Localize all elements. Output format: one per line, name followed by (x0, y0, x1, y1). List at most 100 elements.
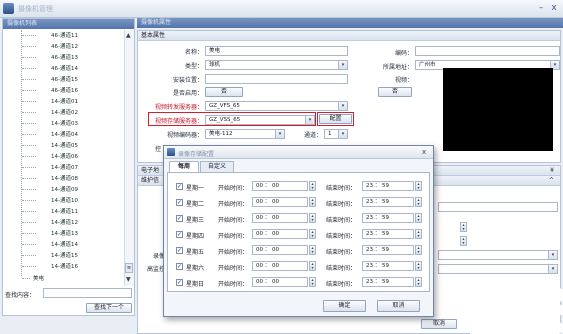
tree-item-label: 14-通道11 (51, 209, 78, 215)
chevron-down-icon[interactable]: ▾ (275, 130, 284, 138)
tree-item[interactable]: 14-通道06 (4, 151, 122, 162)
spinner-icon[interactable]: ▴ ▾ (415, 277, 422, 287)
tree-scrollbar[interactable]: ▲ ≡ ▼ (124, 30, 134, 286)
start-time-input[interactable]: 00 ： 00 (252, 213, 308, 223)
day-checkbox[interactable]: ✓ (176, 279, 183, 286)
close-button[interactable]: x (548, 2, 560, 15)
spinner-icon[interactable]: ▴ ▾ (460, 236, 467, 246)
spinner-icon[interactable]: ▴ ▾ (309, 261, 316, 271)
tree-item[interactable]: 14-通道08 (4, 173, 122, 184)
spinner-icon[interactable]: ▴ ▾ (415, 245, 422, 255)
day-checkbox[interactable]: ✓ (176, 199, 183, 206)
spinner-icon[interactable]: ▴ ▾ (309, 277, 316, 287)
spinner-icon[interactable]: ▴ ▾ (309, 181, 316, 191)
tab-custom[interactable]: 自定义 (200, 161, 234, 172)
chevron-down-icon[interactable]: ▾ (338, 130, 347, 138)
chevron-down-icon[interactable]: ▾ (338, 61, 347, 69)
day-checkbox[interactable]: ✓ (176, 263, 183, 270)
end-time-input[interactable]: 23 ： 59 (362, 261, 414, 271)
chevron-down-icon[interactable]: ¥ (550, 166, 554, 176)
tree-item[interactable]: 46-通道15 (4, 74, 122, 85)
tree-item[interactable]: 14-通道10 (4, 195, 122, 206)
day-checkbox[interactable]: ✓ (176, 247, 183, 254)
tree-item[interactable]: 46-通道14 (4, 63, 122, 74)
config-button[interactable]: 配置 (319, 114, 352, 124)
forward-server-select[interactable]: GZ_VFS_65 ▾ (205, 101, 348, 111)
storage-server-select[interactable]: GZ_VSS_65 ▾ (205, 115, 315, 125)
day-label: 星期四 (186, 233, 205, 240)
spinner-icon[interactable]: ▴ ▾ (309, 213, 316, 223)
spinner-icon[interactable]: ▴ ▾ (415, 261, 422, 271)
chevron-down-icon[interactable]: ▾ (305, 116, 314, 124)
code-input[interactable] (415, 46, 560, 56)
spinner-icon[interactable]: ▴ ▾ (415, 229, 422, 239)
spinner-icon[interactable]: ▴ ▾ (415, 181, 422, 191)
day-checkbox[interactable]: ✓ (176, 183, 183, 190)
tree-root-item[interactable]: 美电 (4, 273, 122, 283)
tree-item[interactable]: 14-通道11 (4, 206, 122, 217)
tree-item[interactable]: 14-通道03 (4, 118, 122, 129)
tree-item[interactable]: 14-通道01 (4, 96, 122, 107)
cancel-button-behind[interactable]: 取消 (421, 319, 457, 329)
alarm-select[interactable]: ▾ (438, 264, 558, 274)
spinner-icon[interactable]: ▴ ▾ (309, 229, 316, 239)
tree-item-label: 14-通道08 (51, 176, 78, 182)
tree-item[interactable]: 46-通道16 (4, 85, 122, 96)
tree-item[interactable]: 14-通道02 (4, 107, 122, 118)
dialog-cancel-button[interactable]: 取消 (377, 300, 420, 312)
scroll-up-icon[interactable]: ▲ (126, 32, 131, 39)
tree-item[interactable]: 46-通道13 (4, 52, 122, 63)
tree-item[interactable]: 14-通道16 (4, 261, 122, 272)
start-time-input[interactable]: 00 ： 00 (252, 245, 308, 255)
start-time-input[interactable]: 00 ： 00 (252, 197, 308, 207)
tree-item[interactable]: 14-通道05 (4, 140, 122, 151)
end-time-input[interactable]: 23 ： 59 (362, 229, 414, 239)
tree-item[interactable]: 14-通道15 (4, 250, 122, 261)
dialog-close-button[interactable]: x (422, 148, 426, 156)
spinner-icon[interactable]: ▴ ▾ (415, 197, 422, 207)
enable-label: 是否启用： (172, 90, 203, 97)
tree-item[interactable]: 14-通道13 (4, 228, 122, 239)
day-checkbox[interactable]: ✓ (176, 231, 183, 238)
spinner-icon[interactable]: ▴ ▾ (415, 213, 422, 223)
spinner-icon[interactable]: ▴ ▾ (309, 245, 316, 255)
chevron-down-icon[interactable]: ▾ (548, 251, 557, 259)
day-checkbox[interactable]: ✓ (176, 215, 183, 222)
spinner-icon[interactable]: ▴ ▾ (309, 197, 316, 207)
maint-field-1[interactable] (438, 202, 558, 212)
tree-item[interactable]: 14-通道12 (4, 217, 122, 228)
tree-item[interactable]: 46-通道11 (4, 30, 122, 41)
tree-item[interactable]: 14-通道07 (4, 162, 122, 173)
minimize-button[interactable]: – (535, 2, 547, 15)
name-input[interactable]: 美电 (205, 46, 348, 56)
type-select[interactable]: 球机 ▾ (205, 60, 348, 70)
spinner-icon[interactable]: ▴ ▾ (460, 222, 467, 232)
chevron-down-icon[interactable]: ▾ (338, 102, 347, 110)
record-select[interactable]: ▾ (438, 250, 558, 260)
chevron-down-icon[interactable]: ▾ (548, 265, 557, 273)
channel-select[interactable]: 1 ▾ (324, 129, 348, 139)
start-time-input[interactable]: 00 ： 00 (252, 277, 308, 287)
end-time-input[interactable]: 23 ： 59 (362, 181, 414, 191)
tree-item[interactable]: 14-通道09 (4, 184, 122, 195)
end-time-input[interactable]: 23 ： 59 (362, 197, 414, 207)
end-time-input[interactable]: 23 ： 59 (362, 213, 414, 223)
scroll-thumb[interactable]: ≡ (125, 263, 133, 273)
tree-item[interactable]: 14-通道14 (4, 239, 122, 250)
search-input[interactable] (43, 288, 132, 298)
tree-item[interactable]: 46-通道12 (4, 41, 122, 52)
start-time-input[interactable]: 00 ： 00 (252, 181, 308, 191)
chevron-up-icon[interactable]: ^ (549, 176, 554, 186)
install-input[interactable] (205, 74, 348, 84)
ok-button[interactable]: 确定 (323, 300, 366, 312)
video-enable-toggle[interactable]: 否 (378, 87, 412, 97)
start-time-input[interactable]: 00 ： 00 (252, 261, 308, 271)
enable-toggle[interactable]: 否 (205, 87, 243, 97)
encoder-select[interactable]: 美电-112 ▾ (205, 129, 285, 139)
scroll-down-icon[interactable]: ▼ (126, 276, 131, 283)
start-time-input[interactable]: 00 ： 00 (252, 229, 308, 239)
tree-item[interactable]: 14-通道04 (4, 129, 122, 140)
end-time-input[interactable]: 23 ： 59 (362, 245, 414, 255)
find-next-button[interactable]: 查找下一个 (86, 303, 132, 313)
end-time-input[interactable]: 23 ： 59 (362, 277, 414, 287)
